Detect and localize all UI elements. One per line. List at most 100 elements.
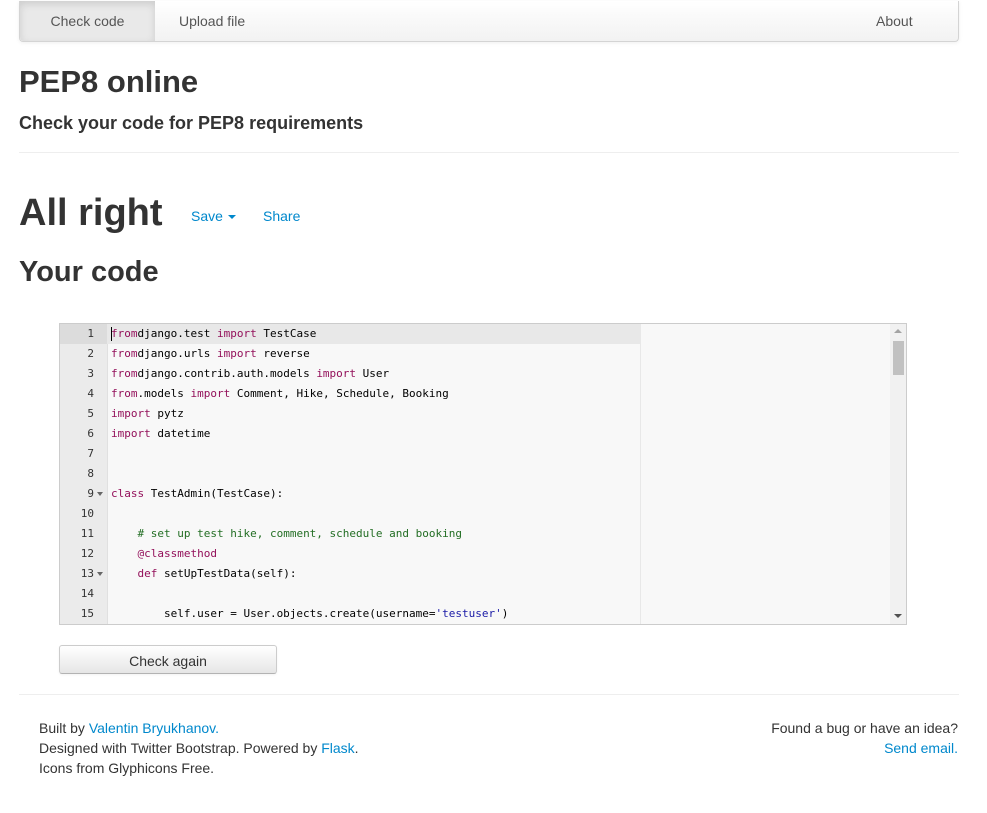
keyword-token: import xyxy=(190,387,231,400)
send-email-link[interactable]: Send email. xyxy=(884,740,958,756)
code-line: 14 xyxy=(60,584,890,604)
nav-about[interactable]: About xyxy=(876,1,913,41)
code-line: 11 # set up test hike, comment, schedule… xyxy=(60,524,890,544)
line-number: 14 xyxy=(80,587,94,600)
keyword-token: class xyxy=(111,487,145,500)
code-token: self.user = User.objects.create(username… xyxy=(111,607,436,620)
code-token: django.contrib.auth.models xyxy=(137,367,317,380)
line-number: 4 xyxy=(87,387,94,400)
code-line: 4 from.models import Comment, Hike, Sched… xyxy=(60,384,890,404)
footer-right: Found a bug or have an idea? Send email. xyxy=(700,718,958,758)
code-text: @classmethod xyxy=(111,544,217,564)
nav-check-code[interactable]: Check code xyxy=(20,1,155,41)
line-number: 11 xyxy=(80,527,94,540)
code-line: 3 fromdjango.contrib.auth.models import U… xyxy=(60,364,890,384)
footer-divider xyxy=(19,694,959,695)
code-line: 9 class TestAdmin(TestCase): xyxy=(60,484,890,504)
keyword-token: from xyxy=(111,347,138,360)
keyword-token: @classmethod xyxy=(137,547,217,560)
code-token: Comment, Hike, Schedule, Booking xyxy=(230,387,449,400)
code-token: ) xyxy=(501,607,509,620)
scroll-thumb[interactable] xyxy=(893,341,904,375)
line-number: 3 xyxy=(87,367,94,380)
navbar: Check code Upload file About xyxy=(19,1,959,42)
keyword-token: from xyxy=(111,367,138,380)
code-text: import pytz xyxy=(111,404,184,424)
nav-upload-file[interactable]: Upload file xyxy=(179,1,245,41)
share-link[interactable]: Share xyxy=(263,207,300,225)
divider xyxy=(19,152,959,153)
fold-arrow-icon[interactable] xyxy=(97,572,103,576)
code-line: 7 xyxy=(60,444,890,464)
line-number: 6 xyxy=(87,427,94,440)
keyword-token: def xyxy=(137,567,158,580)
code-token: setUpTestData(self): xyxy=(157,567,297,580)
author-link[interactable]: Valentin Bryukhanov. xyxy=(89,720,219,736)
editor-scrollbar[interactable] xyxy=(890,324,906,624)
scroll-down-icon[interactable] xyxy=(894,614,902,618)
fold-arrow-icon[interactable] xyxy=(97,492,103,496)
bug-text: Found a bug or have an idea? xyxy=(771,720,958,736)
line-number: 10 xyxy=(80,507,94,520)
keyword-token: import xyxy=(111,427,151,440)
comment-token: # set up test hike, comment, schedule an… xyxy=(137,527,463,540)
designed-suffix: . xyxy=(354,740,359,756)
code-line: 6 import datetime xyxy=(60,424,890,444)
keyword-token: import xyxy=(216,327,257,340)
code-line: 8 xyxy=(60,464,890,484)
code-text: def setUpTestData(self): xyxy=(111,564,297,584)
built-by-prefix: Built by xyxy=(39,720,89,736)
code-line: 1 fromdjango.test import TestCase xyxy=(60,324,890,344)
save-dropdown[interactable]: Save xyxy=(191,207,236,225)
code-text: from.models import Comment, Hike, Schedu… xyxy=(111,384,449,404)
code-token: TestCase xyxy=(256,327,317,340)
code-token: .models xyxy=(137,387,191,400)
designed-prefix: Designed with Twitter Bootstrap. Powered… xyxy=(39,740,322,756)
save-label: Save xyxy=(191,208,223,224)
keyword-token: from xyxy=(111,387,138,400)
code-text: # set up test hike, comment, schedule an… xyxy=(111,524,463,544)
line-number: 2 xyxy=(87,347,94,360)
keyword-token: from xyxy=(111,327,138,340)
line-number: 7 xyxy=(87,447,94,460)
line-number: 9 xyxy=(87,487,94,500)
code-token: django.urls xyxy=(137,347,217,360)
code-token: django.test xyxy=(137,327,217,340)
page-subtitle: Check your code for PEP8 requirements xyxy=(19,113,364,133)
code-token: pytz xyxy=(150,407,184,420)
footer-left: Built by Valentin Bryukhanov. Designed w… xyxy=(39,718,359,778)
code-lines: 1 fromdjango.test import TestCase 2 fromdja… xyxy=(60,324,890,624)
keyword-token: import xyxy=(316,367,357,380)
code-token: User xyxy=(356,367,390,380)
text-cursor xyxy=(111,327,112,341)
line-number: 13 xyxy=(80,567,94,580)
code-line: 2 fromdjango.urls import reverse xyxy=(60,344,890,364)
footer-designed: Designed with Twitter Bootstrap. Powered… xyxy=(39,738,359,758)
result-title: All right xyxy=(19,192,163,234)
code-text: import datetime xyxy=(111,424,210,444)
code-line: 10 xyxy=(60,504,890,524)
code-line: 15 self.user = User.objects.create(usern… xyxy=(60,604,890,624)
keyword-token: import xyxy=(111,407,151,420)
code-text: fromdjango.urls import reverse xyxy=(111,344,310,364)
code-line: 13 def setUpTestData(self): xyxy=(60,564,890,584)
code-token: reverse xyxy=(256,347,310,360)
code-section-title: Your code xyxy=(19,256,159,288)
footer-built-by: Built by Valentin Bryukhanov. xyxy=(39,718,359,738)
scroll-up-icon[interactable] xyxy=(894,329,902,333)
code-line: 12 @classmethod xyxy=(60,544,890,564)
code-text: fromdjango.test import TestCase xyxy=(111,324,316,344)
code-token: TestAdmin(TestCase): xyxy=(144,487,284,500)
code-editor[interactable]: 1 fromdjango.test import TestCase 2 fromdja… xyxy=(59,323,907,625)
line-number: 8 xyxy=(87,467,94,480)
keyword-token: import xyxy=(216,347,257,360)
string-token: 'testuser' xyxy=(435,607,502,620)
code-token: datetime xyxy=(150,427,211,440)
code-text: class TestAdmin(TestCase): xyxy=(111,484,283,504)
flask-link[interactable]: Flask xyxy=(321,740,354,756)
check-again-button[interactable]: Check again xyxy=(59,645,277,674)
code-text: fromdjango.contrib.auth.models import Us… xyxy=(111,364,389,384)
line-number: 12 xyxy=(80,547,94,560)
